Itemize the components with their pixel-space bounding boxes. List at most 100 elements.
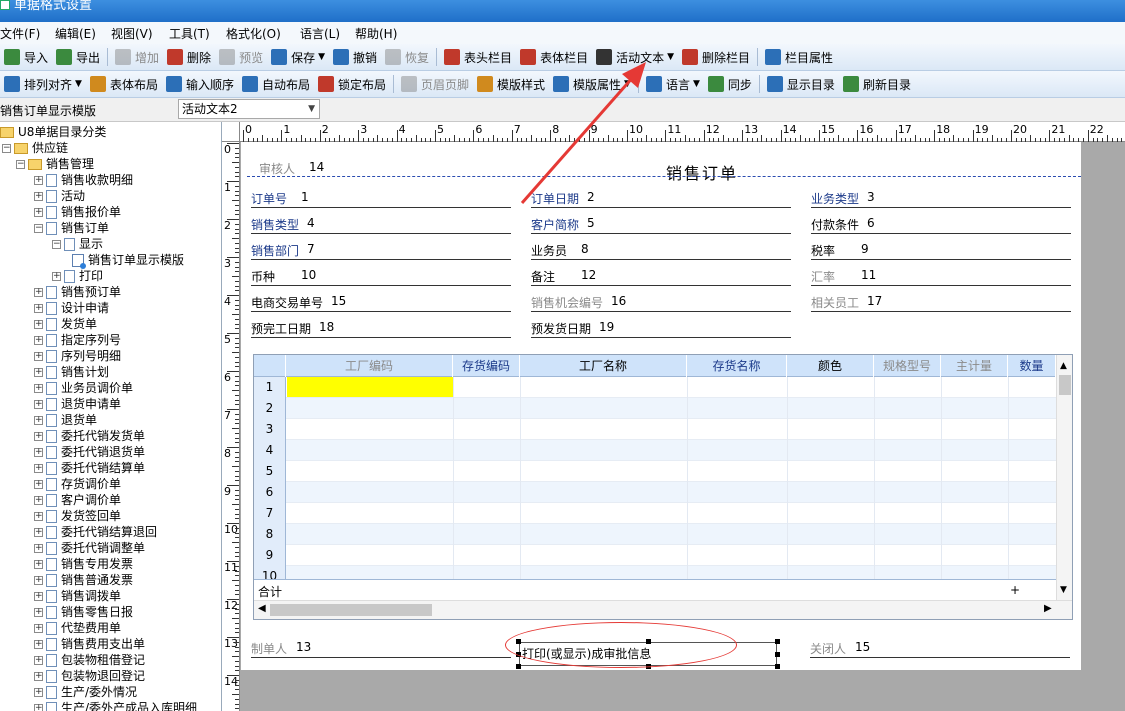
tree-node[interactable]: + 代垫费用单 [34,620,121,636]
expand-icon[interactable]: + [34,207,43,217]
form-field[interactable]: 订单号 1 [251,186,511,208]
add-button[interactable]: 增加 [111,46,163,68]
expand-icon[interactable]: + [34,367,43,377]
table-row[interactable]: 5 [254,461,1056,482]
tree-node[interactable]: + 生产/委外产成品入库明细 [34,700,197,711]
table-row[interactable]: 2 [254,398,1056,419]
collapse-icon[interactable]: − [52,239,61,249]
form-field[interactable]: 汇率 11 [811,264,1071,286]
form-field[interactable]: 相关员工 17 [811,290,1071,312]
expand-icon[interactable]: + [34,575,43,585]
scroll-left-icon[interactable]: ◀ [258,603,266,614]
collapse-icon[interactable]: − [16,159,25,169]
resize-handle-se[interactable] [775,664,780,669]
redo-button[interactable]: 恢复 [381,46,433,68]
align-button[interactable]: 排列对齐 ▼ [0,73,86,95]
expand-icon[interactable]: + [34,543,43,553]
menu-item-5[interactable]: 语言(L) [300,25,340,42]
expand-icon[interactable]: + [34,687,43,697]
template-properties-button[interactable]: 模版属性 ▼ [549,73,635,95]
tree-node[interactable]: + 委托代销结算单 [34,460,145,476]
delete-column-button[interactable]: 删除栏目 [678,46,754,68]
resize-handle-e[interactable] [775,652,780,657]
table-row[interactable]: 6 [254,482,1056,503]
tree-node[interactable]: + 打印 [52,268,103,284]
selected-cell[interactable] [287,377,453,397]
grid-column-header[interactable]: 数量 [1008,355,1056,377]
header-footer-button[interactable]: 页眉页脚 [397,73,473,95]
menu-item-6[interactable]: 帮助(H) [355,25,397,42]
tree-node[interactable]: + 委托代销调整单 [34,540,145,556]
lock-layout-button[interactable]: 锁定布局 [314,73,390,95]
auto-layout-button[interactable]: 自动布局 [238,73,314,95]
expand-icon[interactable]: + [34,431,43,441]
table-row[interactable]: 4 [254,440,1056,461]
expand-icon[interactable]: + [34,527,43,537]
tree-node[interactable]: + 序列号明细 [34,348,121,364]
tree-node[interactable]: + 活动 [34,188,85,204]
tree-node[interactable]: − 销售订单 [34,220,109,236]
tree-node[interactable]: − 销售管理 [16,156,94,172]
tree-node[interactable]: − 显示 [52,236,103,252]
expand-icon[interactable]: + [52,271,61,281]
form-field[interactable]: 电商交易单号 15 [251,290,511,312]
expand-icon[interactable]: + [34,175,43,185]
form-field[interactable]: 客户简称 5 [531,212,791,234]
expand-icon[interactable]: + [34,671,43,681]
chevron-down-icon[interactable]: ▼ [75,79,82,89]
save-button[interactable]: 保存 ▼ [267,46,329,68]
expand-icon[interactable]: + [34,399,43,409]
chevron-down-icon[interactable]: ▼ [308,100,315,118]
expand-icon[interactable]: + [34,303,43,313]
expand-icon[interactable]: + [34,639,43,649]
hscroll-thumb[interactable] [270,604,432,616]
expand-icon[interactable]: + [34,463,43,473]
refresh-directory-button[interactable]: 刷新目录 [839,73,915,95]
scroll-right-icon[interactable]: ▶ [1044,603,1052,614]
show-directory-button[interactable]: 显示目录 [763,73,839,95]
body-grid[interactable]: 工厂编码 存货编码 工厂名称 存货名称 颜色 规格型号 主计量 数量 1 2 3 4 5 6 7 8 9 10 … [253,354,1073,620]
menu-item-1[interactable]: 编辑(E) [55,25,96,42]
grid-column-header[interactable]: 规格型号 [874,355,941,377]
expand-icon[interactable]: + [34,335,43,345]
undo-button[interactable]: 撤销 [329,46,381,68]
collapse-icon[interactable]: − [34,223,43,233]
resize-handle-ne[interactable] [775,639,780,644]
expand-icon[interactable]: + [34,495,43,505]
tree-node[interactable]: + 生产/委外情况 [34,684,137,700]
tree-node[interactable]: + 委托代销退货单 [34,444,145,460]
expand-icon[interactable]: + [34,607,43,617]
body-columns-button[interactable]: 表体栏目 [516,46,592,68]
delete-button[interactable]: 删除 [163,46,215,68]
expand-icon[interactable]: + [34,447,43,457]
tree-node[interactable]: + 销售专用发票 [34,556,133,572]
header-columns-button[interactable]: 表头栏目 [440,46,516,68]
input-order-button[interactable]: 输入顺序 [162,73,238,95]
import-button[interactable]: 导入 [0,46,52,68]
tree-node[interactable]: + 指定序列号 [34,332,121,348]
grid-column-header[interactable]: 工厂名称 [520,355,687,377]
form-field[interactable]: 订单日期 2 [531,186,791,208]
maker-field[interactable]: 制单人 13 [251,640,511,658]
expand-icon[interactable]: + [34,415,43,425]
form-field[interactable]: 销售类型 4 [251,212,511,234]
grid-horizontal-scrollbar[interactable]: ◀ ▶ [254,600,1072,619]
tree-node[interactable]: + 包装物租借登记 [34,652,145,668]
form-field[interactable]: 销售机会编号 16 [531,290,791,312]
table-row[interactable]: 9 [254,545,1056,566]
tree-node[interactable]: + 发货签回单 [34,508,121,524]
tree-node[interactable]: + 发货单 [34,316,97,332]
tree-node[interactable]: + 销售零售日报 [34,604,133,620]
chevron-down-icon[interactable]: ▼ [624,79,631,89]
reviewer-field[interactable]: 审核人 14 [259,156,519,178]
form-field[interactable]: 销售部门 7 [251,238,511,260]
resize-handle-sw[interactable] [516,664,521,669]
expand-icon[interactable]: + [34,591,43,601]
table-row[interactable]: 8 [254,524,1056,545]
form-field[interactable]: 预完工日期 18 [251,316,511,338]
expand-icon[interactable]: + [34,479,43,489]
expand-icon[interactable]: + [34,511,43,521]
tree-node[interactable]: 销售订单显示模版 [72,252,184,269]
form-field[interactable]: 预发货日期 19 [531,316,791,338]
expand-icon[interactable]: + [34,287,43,297]
